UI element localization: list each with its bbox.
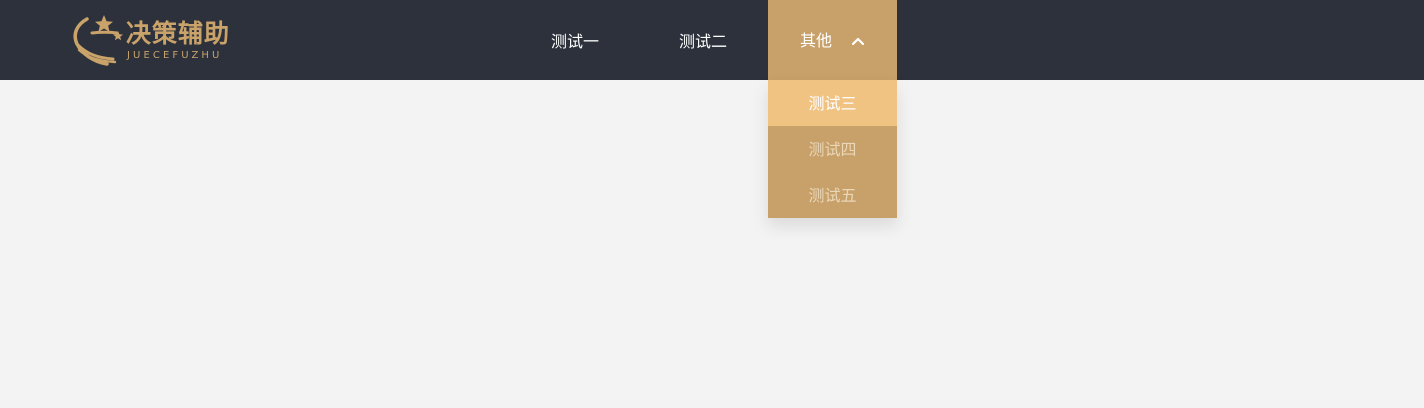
dropdown-item-test-five[interactable]: 测试五 [768, 172, 897, 218]
dropdown-item-test-three[interactable]: 测试三 [768, 80, 897, 126]
brand-subtitle: JUECEFUZHU [127, 50, 223, 61]
top-navigation-bar: 决策辅助 JUECEFUZHU 测试一 测试二 其他 [0, 0, 1424, 80]
nav-item-label: 测试二 [678, 32, 727, 51]
nav-item-other[interactable]: 其他 [768, 0, 897, 80]
dropdown-item-test-four[interactable]: 测试四 [768, 126, 897, 172]
brand-logo[interactable]: 决策辅助 JUECEFUZHU [70, 14, 240, 66]
dropdown-item-label: 测试四 [808, 140, 857, 159]
dropdown-item-label: 测试三 [808, 94, 857, 113]
chevron-up-icon [851, 37, 865, 46]
nav-item-test-one[interactable]: 测试一 [540, 0, 610, 80]
other-dropdown-menu: 测试三 测试四 测试五 [768, 80, 897, 218]
dropdown-item-label: 测试五 [808, 186, 857, 205]
nav-item-test-two[interactable]: 测试二 [668, 0, 738, 80]
brand-title: 决策辅助 [126, 19, 231, 48]
star-swoosh-icon [73, 15, 123, 66]
nav-item-label: 测试一 [550, 32, 599, 51]
nav-item-label: 其他 [800, 31, 833, 50]
